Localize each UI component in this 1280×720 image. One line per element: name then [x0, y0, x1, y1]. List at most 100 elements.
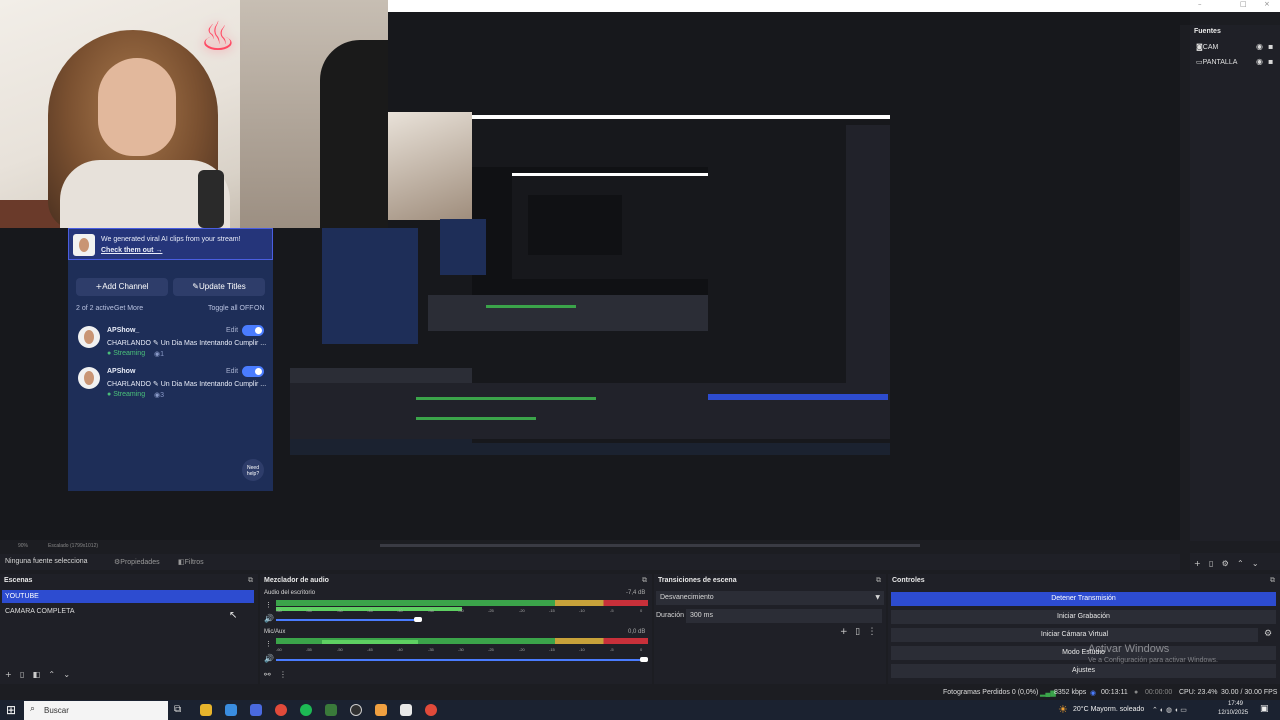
horizontal-scrollbar[interactable] — [380, 544, 920, 547]
chrome-icon-2[interactable] — [425, 704, 437, 716]
banner-link[interactable]: Check them out → — [101, 247, 162, 254]
kebab-menu-icon[interactable]: ⋮ — [265, 601, 272, 609]
trash-icon[interactable]: ▯ — [855, 627, 860, 637]
add-icon[interactable]: + — [840, 627, 848, 637]
dock-undock-icon[interactable]: ⧉ — [876, 576, 881, 585]
channel-avatar — [78, 326, 100, 348]
scenes-toolbar: + ▯ ◧ ⌃ ⌄ — [5, 670, 70, 679]
speaker-icon[interactable]: 🔊 — [264, 654, 274, 663]
channel-toggle[interactable] — [242, 325, 264, 336]
source-item[interactable]: ◙ CAM — [1196, 43, 1218, 51]
filters-button[interactable]: ◧Filtros — [178, 558, 204, 566]
down-icon[interactable]: ⌄ — [63, 670, 70, 679]
taskbar-search[interactable]: ⌕ Buscar — [24, 701, 168, 720]
channel-edit[interactable]: Edit — [226, 327, 238, 334]
weather-sun-icon: ☀ — [1058, 704, 1068, 716]
file-explorer-icon[interactable] — [200, 704, 212, 716]
stop-stream-button[interactable]: Detener Transmisión — [891, 592, 1276, 606]
tray-icons[interactable]: ⌃ ◐ ◍ ◖ ▭ — [1152, 706, 1187, 714]
capcut-icon[interactable] — [400, 704, 412, 716]
update-titles-button[interactable]: ✎ Update Titles — [173, 278, 265, 296]
link-icon[interactable]: ⚯ — [264, 670, 271, 679]
toggle-all-off[interactable]: Toggle all OFF — [208, 305, 254, 312]
duration-label: Duración — [656, 612, 685, 619]
meter-tick-label: -30 — [458, 608, 464, 613]
virtual-camera-button[interactable]: Iniciar Cámara Virtual — [891, 628, 1258, 642]
notification-icon[interactable]: ▣ — [1260, 704, 1269, 714]
meter-tick-label: 0 — [640, 647, 643, 652]
mouse-cursor-icon: ↖ — [229, 610, 238, 621]
scenes-title: Escenas — [4, 577, 33, 584]
audio-mixer-dock: Mezclador de audio ⧉ Audio del escritori… — [260, 574, 652, 684]
gear-icon[interactable]: ⚙ — [1264, 629, 1272, 639]
dock-undock-icon[interactable]: ⧉ — [248, 576, 253, 585]
webcam-feed: ♨ — [0, 0, 388, 228]
minimize-button[interactable]: – — [1198, 0, 1202, 8]
trash-icon[interactable]: ▯ — [20, 670, 24, 679]
settings-button[interactable]: Ajustes — [891, 664, 1276, 678]
obs-title-bar: – □ × — [388, 0, 1280, 12]
add-icon[interactable]: + — [1194, 559, 1201, 568]
clock-time[interactable]: 17:49 — [1228, 701, 1243, 707]
kebab-menu-icon[interactable]: ⋮ — [279, 670, 287, 679]
clock-date[interactable]: 12/10/2025 — [1218, 710, 1248, 716]
kebab-menu-icon[interactable]: ⋮ — [265, 640, 272, 648]
need-help-button[interactable]: Need help? — [242, 459, 264, 481]
volume-slider[interactable] — [276, 619, 414, 621]
filter-icon[interactable]: ◧ — [33, 670, 41, 679]
lock-icon[interactable]: ▪ — [1268, 57, 1273, 66]
stream-time: 00:13:11 — [1101, 689, 1128, 696]
transition-selected: Desvanecimiento — [660, 594, 714, 601]
start-recording-button[interactable]: Iniciar Grabación — [891, 610, 1276, 624]
obs-icon[interactable] — [350, 704, 362, 716]
get-more-link[interactable]: Get More — [114, 305, 143, 312]
volume-slider-knob[interactable] — [640, 657, 648, 662]
eye-icon[interactable]: ◉ — [1256, 57, 1263, 66]
meter-tick-label: -35 — [428, 608, 434, 613]
down-icon[interactable]: ⌄ — [1252, 559, 1259, 568]
channel-toggle[interactable] — [242, 366, 264, 377]
minecraft-icon[interactable] — [325, 704, 337, 716]
mail-icon[interactable] — [225, 704, 237, 716]
toggle-all-on[interactable]: ON — [254, 305, 265, 312]
close-button[interactable]: × — [1264, 0, 1270, 8]
trash-icon[interactable]: ▯ — [1209, 559, 1213, 568]
volume-slider-knob[interactable] — [414, 617, 422, 622]
spotify-icon[interactable] — [300, 704, 312, 716]
scene-item[interactable]: YOUTUBE — [2, 590, 254, 603]
nested-preview-2 — [528, 195, 622, 255]
chrome-icon[interactable] — [275, 704, 287, 716]
dock-undock-icon[interactable]: ⧉ — [1270, 576, 1275, 585]
scale-label[interactable]: Escalado (1799x1012) — [48, 543, 98, 549]
kebab-menu-icon[interactable]: ⋮ — [868, 627, 877, 637]
speaker-icon[interactable]: 🔊 — [264, 614, 274, 623]
source-item[interactable]: ▭ PANTALLA — [1196, 58, 1237, 66]
up-icon[interactable]: ⌃ — [1237, 559, 1244, 568]
channel-edit[interactable]: Edit — [226, 368, 238, 375]
duration-input[interactable]: 300 ms — [686, 609, 882, 623]
dock-undock-icon[interactable]: ⧉ — [642, 576, 647, 585]
windows-start-icon[interactable]: ⊞ — [6, 703, 16, 717]
search-placeholder: Buscar — [44, 706, 69, 715]
studio-mode-button[interactable]: Modo Estudio — [891, 646, 1276, 660]
eye-icon[interactable]: ◉ — [1256, 42, 1263, 51]
up-icon[interactable]: ⌃ — [48, 670, 55, 679]
task-view-icon[interactable]: ⧉ — [174, 704, 181, 715]
meter-tick-label: -40 — [397, 608, 403, 613]
volume-slider[interactable] — [276, 659, 640, 661]
store-icon[interactable] — [250, 704, 262, 716]
maximize-button[interactable]: □ — [1240, 0, 1247, 8]
channel-status: ● Streaming — [107, 350, 146, 357]
properties-button[interactable]: ⚙Propiedades — [114, 558, 160, 566]
fire-app-icon[interactable] — [375, 704, 387, 716]
gear-icon[interactable]: ⚙ — [1222, 559, 1229, 568]
add-channel-button[interactable]: + Add Channel — [76, 278, 168, 296]
update-titles-label: Update Titles — [199, 282, 246, 291]
scene-item[interactable]: CAMARA COMPLETA — [2, 605, 254, 618]
transition-select[interactable]: Desvanecimiento ▼ — [656, 591, 884, 605]
zoom-level[interactable]: 90% — [18, 543, 28, 549]
weather[interactable]: 20°C Mayorm. soleado — [1073, 706, 1144, 713]
add-icon[interactable]: + — [5, 670, 12, 679]
lock-icon[interactable]: ▪ — [1268, 42, 1273, 51]
meter-tick-label: -25 — [488, 608, 494, 613]
